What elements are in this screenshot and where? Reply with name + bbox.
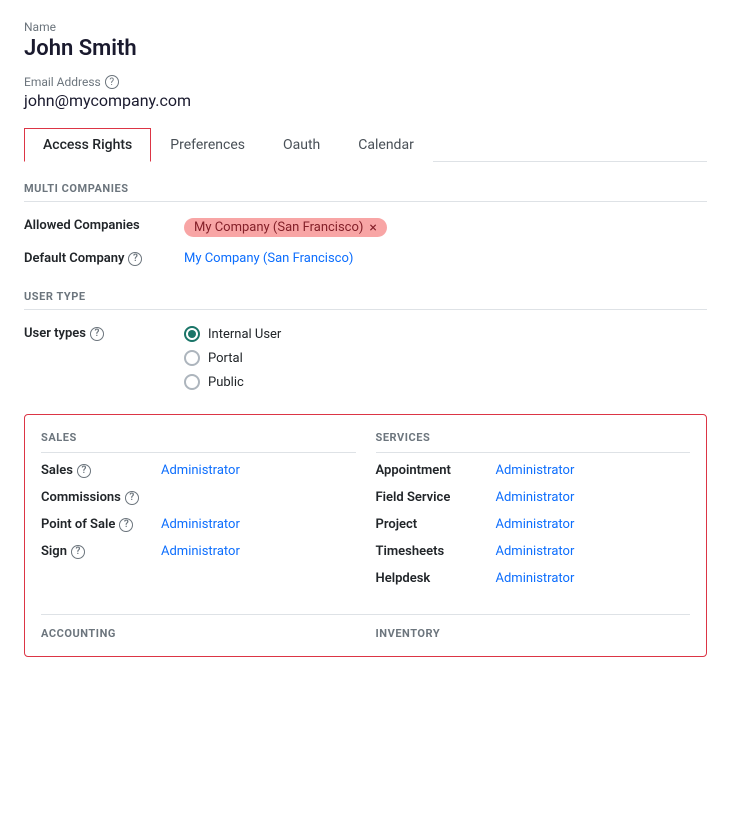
field-service-label: Field Service: [376, 490, 496, 505]
radio-group: Internal User Portal Public: [184, 326, 707, 390]
radio-public-circle: [184, 374, 200, 390]
helpdesk-value: Administrator: [496, 571, 575, 586]
timesheets-label: Timesheets: [376, 544, 496, 559]
sales-row: Sales ? Administrator: [41, 463, 356, 478]
field-service-row: Field Service Administrator: [376, 490, 691, 505]
commissions-row: Commissions ?: [41, 490, 356, 505]
sales-help-icon[interactable]: ?: [77, 464, 91, 478]
email-value: john@mycompany.com: [24, 91, 707, 110]
user-types-row: User types ? Internal User Portal Public: [24, 322, 707, 390]
timesheets-row: Timesheets Administrator: [376, 544, 691, 559]
accounting-label: ACCOUNTING: [41, 627, 356, 640]
radio-internal-user-label: Internal User: [208, 327, 281, 342]
email-help-icon[interactable]: ?: [105, 75, 119, 89]
sales-section-header: SALES: [41, 431, 356, 453]
sign-help-icon[interactable]: ?: [71, 545, 85, 559]
tab-access-rights[interactable]: Access Rights: [24, 128, 151, 162]
email-section: Email Address ? john@mycompany.com: [24, 75, 707, 110]
commissions-help-icon[interactable]: ?: [125, 491, 139, 505]
multi-companies-section: MULTI COMPANIES Allowed Companies My Com…: [24, 182, 707, 266]
company-tag-close[interactable]: ×: [369, 221, 376, 235]
field-service-value: Administrator: [496, 490, 575, 505]
sign-value: Administrator: [161, 544, 240, 559]
allowed-companies-label: Allowed Companies: [24, 214, 184, 233]
name-label: Name: [24, 20, 707, 34]
tab-calendar[interactable]: Calendar: [339, 128, 433, 162]
default-company-label: Default Company ?: [24, 247, 184, 266]
sign-row: Sign ? Administrator: [41, 544, 356, 559]
point-of-sale-help-icon[interactable]: ?: [119, 518, 133, 532]
allowed-companies-value: My Company (San Francisco) ×: [184, 214, 707, 237]
project-row: Project Administrator: [376, 517, 691, 532]
radio-portal-label: Portal: [208, 351, 243, 366]
tab-bar: Access Rights Preferences Oauth Calendar: [24, 128, 707, 162]
services-section-header: SERVICES: [376, 431, 691, 453]
sales-label: Sales ?: [41, 463, 161, 478]
point-of-sale-value: Administrator: [161, 517, 240, 532]
appointment-value: Administrator: [496, 463, 575, 478]
appointment-row: Appointment Administrator: [376, 463, 691, 478]
permissions-grid: SALES Sales ? Administrator Commissions …: [41, 431, 690, 606]
radio-internal-user[interactable]: Internal User: [184, 326, 707, 342]
user-name: John Smith: [24, 36, 707, 61]
sales-section: SALES Sales ? Administrator Commissions …: [41, 431, 356, 598]
user-type-section: USER TYPE User types ? Internal User Por…: [24, 290, 707, 390]
radio-public-label: Public: [208, 375, 244, 390]
sales-value: Administrator: [161, 463, 240, 478]
permissions-box: SALES Sales ? Administrator Commissions …: [24, 414, 707, 657]
project-label: Project: [376, 517, 496, 532]
radio-public[interactable]: Public: [184, 374, 707, 390]
appointment-label: Appointment: [376, 463, 496, 478]
tab-oauth[interactable]: Oauth: [264, 128, 339, 162]
services-section: SERVICES Appointment Administrator Field…: [376, 431, 691, 598]
inventory-label: INVENTORY: [376, 627, 691, 640]
user-types-options: Internal User Portal Public: [184, 322, 707, 390]
allowed-companies-row: Allowed Companies My Company (San Franci…: [24, 214, 707, 237]
name-section: Name John Smith: [24, 20, 707, 61]
default-company-row: Default Company ? My Company (San Franci…: [24, 247, 707, 266]
user-type-header: USER TYPE: [24, 290, 707, 310]
helpdesk-row: Helpdesk Administrator: [376, 571, 691, 586]
radio-portal[interactable]: Portal: [184, 350, 707, 366]
project-value: Administrator: [496, 517, 575, 532]
radio-portal-circle: [184, 350, 200, 366]
radio-internal-user-circle: [184, 326, 200, 342]
user-types-help-icon[interactable]: ?: [90, 327, 104, 341]
bottom-labels: ACCOUNTING INVENTORY: [41, 614, 690, 640]
helpdesk-label: Helpdesk: [376, 571, 496, 586]
user-types-label: User types ?: [24, 322, 184, 341]
timesheets-value: Administrator: [496, 544, 575, 559]
point-of-sale-row: Point of Sale ? Administrator: [41, 517, 356, 532]
sign-label: Sign ?: [41, 544, 161, 559]
default-company-value[interactable]: My Company (San Francisco): [184, 247, 707, 266]
commissions-label: Commissions ?: [41, 490, 161, 505]
company-tag: My Company (San Francisco) ×: [184, 218, 387, 237]
point-of-sale-label: Point of Sale ?: [41, 517, 161, 532]
default-company-help-icon[interactable]: ?: [128, 252, 142, 266]
email-label: Email Address ?: [24, 75, 707, 89]
multi-companies-header: MULTI COMPANIES: [24, 182, 707, 202]
tab-preferences[interactable]: Preferences: [151, 128, 264, 162]
